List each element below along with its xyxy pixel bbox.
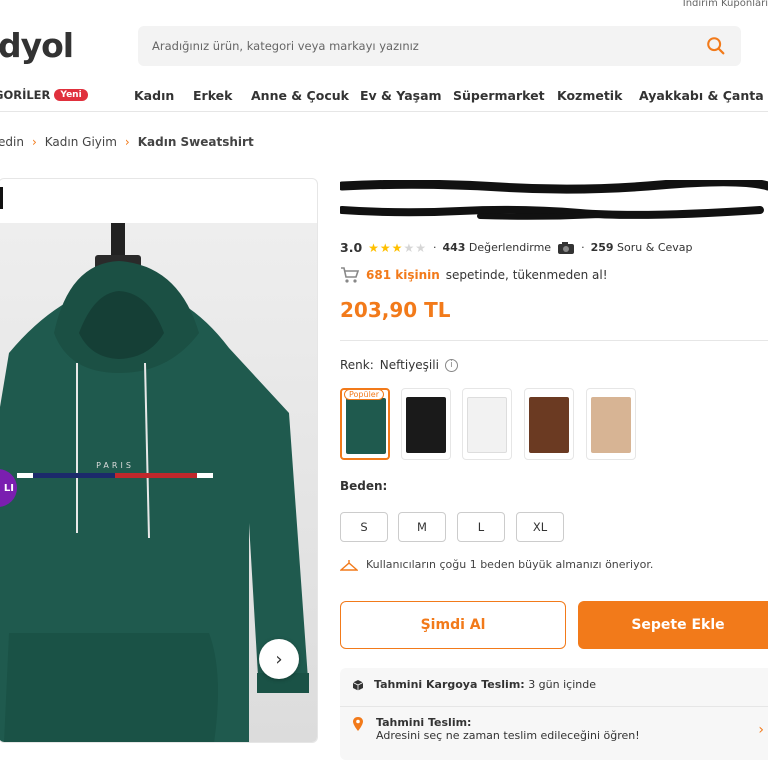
search-bar[interactable]: Aradığınız ürün, kategori veya markayı y… <box>138 26 741 66</box>
hanger-icon <box>340 559 358 571</box>
category-nav: GORİLER Yeni Kadın Erkek Anne & Çocuk Ev… <box>0 84 768 112</box>
swatch-image <box>467 397 507 453</box>
add-to-cart-button[interactable]: Sepete Ekle <box>578 601 768 649</box>
size-hint: Kullanıcıların çoğu 1 beden büyük almanı… <box>340 558 653 571</box>
color-label: Renk: <box>340 358 374 372</box>
new-badge: Yeni <box>54 89 88 101</box>
size-label: Beden: <box>340 479 388 493</box>
chevron-right-icon: › <box>275 648 283 670</box>
swatch-image <box>529 397 569 453</box>
color-swatch-beige[interactable] <box>586 388 636 460</box>
cargo-value: 3 gün içinde <box>528 678 596 691</box>
color-value: Neftiyeşili <box>379 358 439 372</box>
cargo-label: Tahmini Kargoya Teslim: <box>374 678 525 691</box>
breadcrumb-item-current[interactable]: Kadın Sweatshirt <box>138 135 254 149</box>
popular-tag: Popüler <box>344 390 385 400</box>
swatch-image <box>406 397 446 453</box>
shopping-cart-icon <box>341 267 360 283</box>
cargo-row: Tahmini Kargoya Teslim: 3 gün içinde <box>352 678 596 691</box>
breadcrumb-item[interactable]: edin <box>0 135 24 149</box>
size-option-s[interactable]: S <box>340 512 388 542</box>
print-text: PARIS <box>96 461 134 470</box>
cart-popularity-row: 681 kişinin sepetinde, tükenmeden al! <box>340 266 608 284</box>
cart-text: sepetinde, tükenmeden al! <box>445 268 608 282</box>
color-swatch-black[interactable] <box>401 388 451 460</box>
swatch-image <box>591 397 631 453</box>
product-gallery: MI PARIS LI › <box>0 178 318 743</box>
product-title-redacted <box>340 180 768 220</box>
product-price: 203,90 TL <box>340 298 451 322</box>
location-pin-icon <box>353 717 363 731</box>
delivery-text: Adresini seç ne zaman teslim edileceğini… <box>376 729 640 742</box>
size-option-m[interactable]: M <box>398 512 446 542</box>
divider <box>340 340 768 341</box>
delivery-title: Tahmini Teslim: <box>376 716 472 729</box>
size-option-l[interactable]: L <box>457 512 505 542</box>
gallery-tab[interactable] <box>0 187 3 209</box>
review-count: 443 <box>442 241 466 254</box>
nav-item-kozmetik[interactable]: Kozmetik <box>557 88 622 103</box>
star-rating-icon[interactable]: ★★★★★ <box>368 241 427 255</box>
review-count-link[interactable]: 443 Değerlendirme <box>442 241 551 254</box>
buy-now-button[interactable]: Şimdi Al <box>340 601 566 649</box>
size-hint-text: Kullanıcıların çoğu 1 beden büyük almanı… <box>366 558 654 571</box>
review-label: Değerlendirme <box>468 241 552 254</box>
breadcrumb: edin › Kadın Giyim › Kadın Sweatshirt <box>0 135 254 149</box>
info-icon[interactable]: i <box>444 358 458 372</box>
delivery-info: Tahmini Kargoya Teslim: 3 gün içinde Tah… <box>340 668 768 760</box>
all-categories-menu[interactable]: GORİLER Yeni <box>0 88 88 102</box>
search-input[interactable]: Aradığınız ürün, kategori veya markayı y… <box>152 39 705 53</box>
site-logo[interactable]: dyol <box>0 26 74 65</box>
nav-item-kadin[interactable]: Kadın <box>134 88 174 103</box>
qa-count: 259 <box>590 241 614 254</box>
cart-count: 681 kişinin <box>366 268 440 282</box>
qa-link[interactable]: 259 Soru & Cevap <box>591 241 693 254</box>
chevron-right-icon: › <box>31 135 37 149</box>
chevron-right-icon[interactable]: › <box>758 722 764 738</box>
divider <box>340 706 768 707</box>
color-swatch-green[interactable]: Popüler <box>340 388 390 460</box>
nav-item-anne-cocuk[interactable]: Anne & Çocuk <box>251 88 349 103</box>
search-icon[interactable] <box>705 35 727 57</box>
rating-row: 3.0 ★★★★★ · 443 Değerlendirme · 259 Soru… <box>340 240 693 255</box>
box-icon <box>352 679 364 690</box>
camera-icon <box>558 241 575 254</box>
categories-label: GORİLER <box>0 88 51 102</box>
separator-dot: · <box>432 241 437 254</box>
swatch-image <box>346 398 386 454</box>
nav-item-erkek[interactable]: Erkek <box>193 88 232 103</box>
next-image-button[interactable]: › <box>259 639 299 679</box>
rating-value: 3.0 <box>340 240 363 255</box>
delivery-row[interactable]: Tahmini Teslim: Adresini seç ne zaman te… <box>352 716 640 742</box>
color-swatch-white[interactable] <box>462 388 512 460</box>
nav-item-ayakkabi-canta[interactable]: Ayakkabı & Çanta <box>639 88 764 103</box>
color-swatch-brown[interactable] <box>524 388 574 460</box>
size-option-xl[interactable]: XL <box>516 512 564 542</box>
discount-coupons-link[interactable]: İndirim Kuponları <box>683 0 768 9</box>
separator-dot: · <box>581 241 585 254</box>
nav-item-ev-yasam[interactable]: Ev & Yaşam <box>360 88 442 103</box>
breadcrumb-item[interactable]: Kadın Giyim <box>45 135 117 149</box>
chevron-right-icon: › <box>124 135 130 149</box>
nav-item-supermarket[interactable]: Süpermarket <box>453 88 545 103</box>
qa-label: Soru & Cevap <box>617 241 693 254</box>
color-label-row: Renk: Neftiyeşili i <box>340 358 458 372</box>
